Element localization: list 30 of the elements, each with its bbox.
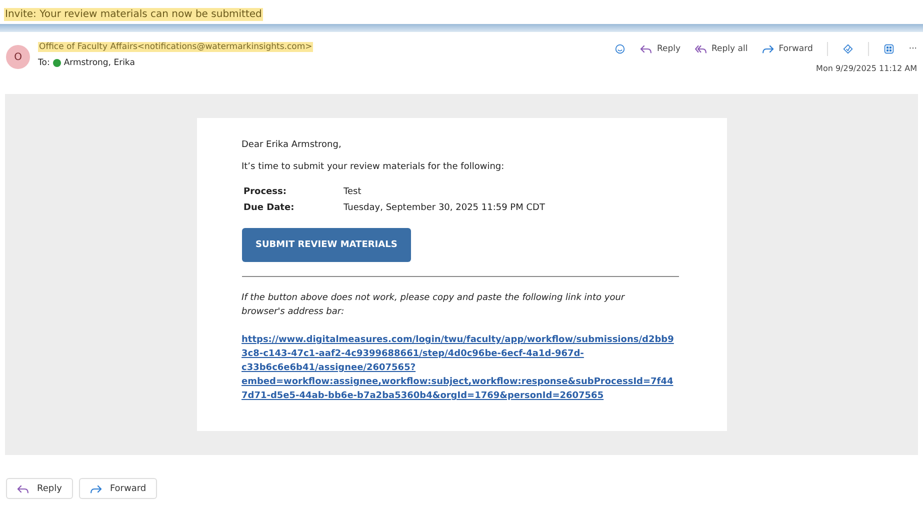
emoji-icon[interactable] (614, 44, 626, 54)
to-label: To: (38, 58, 50, 68)
presence-icon (52, 59, 61, 67)
submission-link[interactable]: https://www.digitalmeasures.com/login/twu/faculty/app/workflow/submissions/d2bb93c8-c143-47c1-aaf2-4c9399688661/step/4d0c96be-6ecf-4a1d-967d-c33b6c6e6b41/assignee/2607565?embed=workflow:assignee,workflow:subject,workflow:response&subProcessId=7f447d71-d5e5-44ab-bb6e-b7a2ba5360b4&orgId=1769&personId=2607565 (242, 333, 678, 403)
greeting: Dear Erika Armstrong, (242, 140, 342, 150)
reply-button[interactable]: Reply (640, 44, 681, 54)
reply-button[interactable]: Reply (6, 478, 73, 499)
detail-value: Test (342, 186, 362, 199)
forward-button[interactable]: Forward (762, 44, 813, 54)
forward-button[interactable]: Forward (78, 478, 158, 499)
intro-text: It’s time to submit your review materials for the following: (242, 162, 506, 172)
recipient-name: Armstrong, Erika (64, 58, 135, 68)
sender-address: Office of Faculty Affairs<notifications@watermarkinsights.com> (38, 42, 314, 52)
fallback-text: If the button above does not work, please copy and paste the following link into your browser's address bar: (242, 292, 626, 319)
forward-icon (762, 44, 774, 54)
detail-value: Tuesday, September 30, 2025 11:59 PM CDT (342, 202, 546, 215)
reply-all-icon (694, 44, 707, 54)
reply-icon (640, 44, 652, 54)
more-button[interactable]: ··· (908, 44, 917, 54)
sent-date: Mon 9/29/2025 11:12 AM (816, 64, 917, 73)
reply-all-button[interactable]: Reply all (694, 44, 748, 54)
email-subject: Invite: Your review materials can now be submitted (4, 8, 263, 21)
sender-avatar: O (6, 45, 30, 69)
forward-icon (90, 484, 102, 494)
detail-label: Due Date: (242, 202, 296, 215)
apps-icon[interactable] (882, 44, 895, 54)
tag-icon[interactable] (842, 44, 854, 54)
submit-button[interactable]: SUBMIT REVIEW MATERIALS (242, 228, 412, 262)
reply-icon (17, 484, 29, 494)
detail-label: Process: (242, 186, 288, 199)
